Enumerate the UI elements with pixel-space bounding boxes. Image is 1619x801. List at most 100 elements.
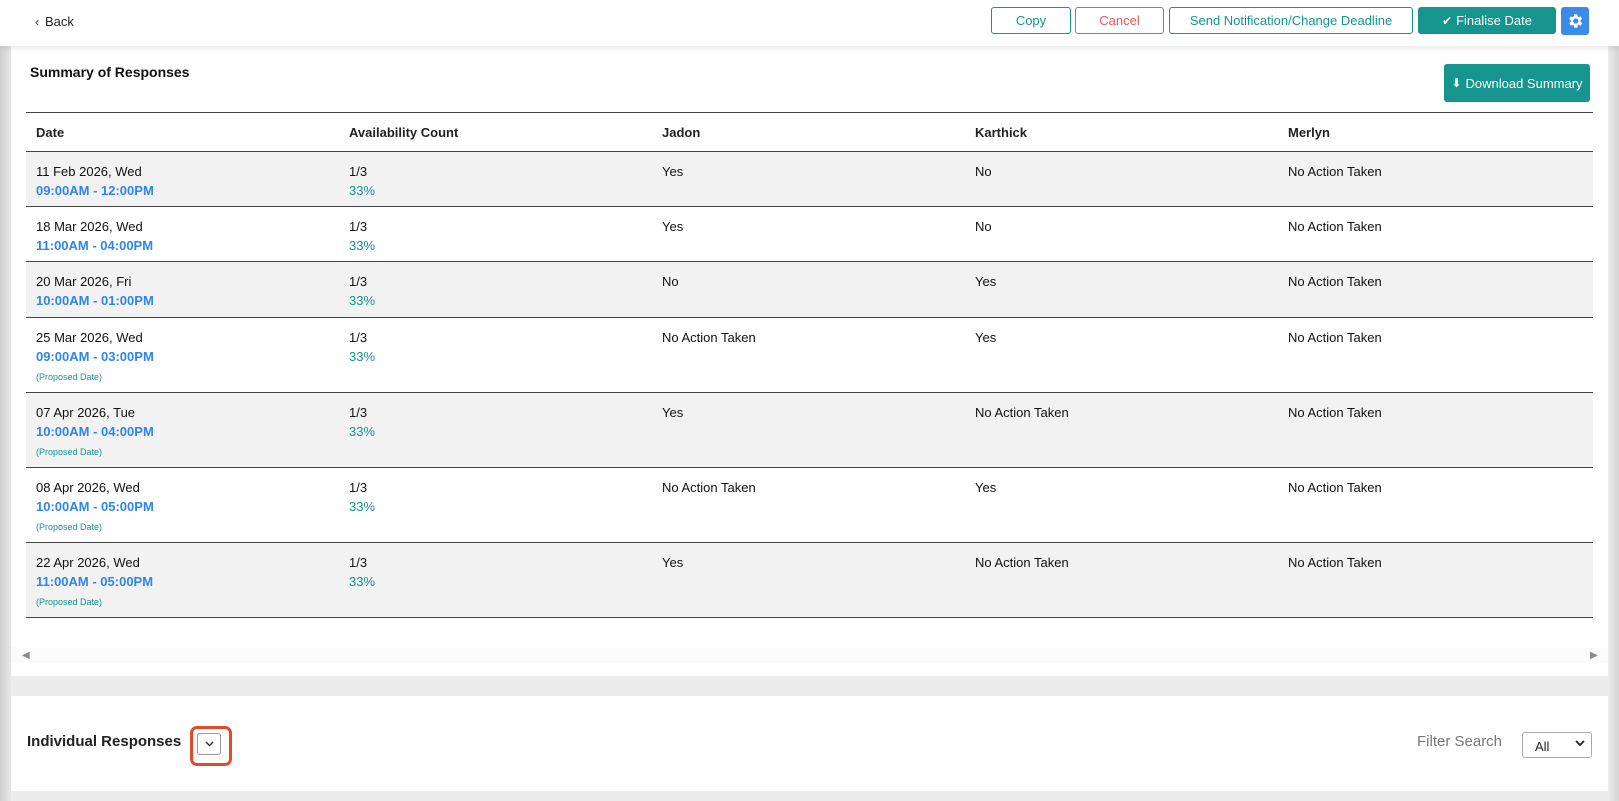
availability-cell: 1/3 33% <box>349 405 375 439</box>
horizontal-scrollbar[interactable] <box>11 647 1608 663</box>
settings-button[interactable] <box>1561 7 1589 35</box>
table-row: 18 Mar 2026, Wed 11:00AM - 04:00PM 1/3 33%… <box>26 207 1593 262</box>
karthick-response: Yes <box>975 274 997 289</box>
merlyn-response: No Action Taken <box>1288 274 1382 289</box>
merlyn-response: No Action Taken <box>1288 330 1382 345</box>
download-summary-button[interactable]: ⬇ Download Summary <box>1444 64 1590 102</box>
filter-select[interactable]: All <box>1522 732 1592 758</box>
proposed-date-note: (Proposed Date) <box>36 522 103 532</box>
availability-percent: 33% <box>349 183 376 198</box>
page-right-edge <box>1608 0 1619 801</box>
jadon-response: Yes <box>662 164 684 179</box>
availability-cell: 1/3 33% <box>349 555 375 589</box>
filter-search-label: Filter Search <box>1417 733 1503 750</box>
merlyn-response: No Action Taken <box>1288 480 1382 495</box>
chevron-down-icon <box>205 741 213 747</box>
proposed-date-note: (Proposed Date) <box>36 372 103 382</box>
availability-percent: 33% <box>349 499 376 514</box>
send-notification-button[interactable]: Send Notification/Change Deadline <box>1169 7 1413 34</box>
chevron-left-icon: ‹ <box>35 15 39 29</box>
availability-cell: 1/3 33% <box>349 274 375 308</box>
date-cell: 25 Mar 2026, Wed 09:00AM - 03:00PM (Propos… <box>36 330 154 382</box>
availability-cell: 1/3 33% <box>349 219 375 253</box>
table-row: 07 Apr 2026, Tue 10:00AM - 04:00PM (Propos… <box>26 393 1593 468</box>
jadon-response: No Action Taken <box>662 330 756 345</box>
individual-responses-title: Individual Responses <box>27 733 182 750</box>
table-header: Date Availability Count Jadon Karthick M… <box>26 112 1593 152</box>
karthick-response: Yes <box>975 330 997 345</box>
time-range: 09:00AM - 12:00PM <box>36 183 154 198</box>
availability-count: 1/3 <box>349 405 368 420</box>
proposed-date-note: (Proposed Date) <box>36 597 103 607</box>
date-text: 25 Mar 2026, Wed <box>36 330 143 345</box>
merlyn-response: No Action Taken <box>1288 164 1382 179</box>
filter-select-value: All <box>1535 739 1550 754</box>
finalise-date-label: Finalise Date <box>1456 13 1532 28</box>
availability-percent: 33% <box>349 238 376 253</box>
gear-icon <box>1569 14 1583 28</box>
expand-toggle-button[interactable] <box>197 733 221 755</box>
back-link[interactable]: ‹ Back <box>35 14 74 29</box>
merlyn-response: No Action Taken <box>1288 555 1382 570</box>
scroll-right-arrow-icon[interactable]: ▶ <box>1590 650 1598 661</box>
time-range: 10:00AM - 05:00PM <box>36 499 154 514</box>
availability-percent: 33% <box>349 424 376 439</box>
karthick-response: No Action Taken <box>975 555 1069 570</box>
table-row: 11 Feb 2026, Wed 09:00AM - 12:00PM 1/3 33%… <box>26 152 1593 207</box>
date-text: 08 Apr 2026, Wed <box>36 480 140 495</box>
date-text: 20 Mar 2026, Fri <box>36 274 132 289</box>
summary-title: Summary of Responses <box>30 64 190 80</box>
date-cell: 18 Mar 2026, Wed 11:00AM - 04:00PM <box>36 219 153 253</box>
summary-table: Date Availability Count Jadon Karthick M… <box>26 112 1593 618</box>
availability-count: 1/3 <box>349 330 368 345</box>
back-label: Back <box>45 14 74 29</box>
time-range: 10:00AM - 04:00PM <box>36 424 154 439</box>
date-cell: 20 Mar 2026, Fri 10:00AM - 01:00PM <box>36 274 154 308</box>
page-left-edge <box>0 0 11 801</box>
column-header-jadon: Jadon <box>662 125 701 140</box>
karthick-response: No Action Taken <box>975 405 1069 420</box>
time-range: 11:00AM - 05:00PM <box>36 574 154 589</box>
time-range: 11:00AM - 04:00PM <box>36 238 154 253</box>
date-text: 18 Mar 2026, Wed <box>36 219 143 234</box>
availability-count: 1/3 <box>349 164 368 179</box>
table-row: 08 Apr 2026, Wed 10:00AM - 05:00PM (Propos… <box>26 468 1593 543</box>
availability-cell: 1/3 33% <box>349 164 375 198</box>
availability-count: 1/3 <box>349 555 368 570</box>
jadon-response: Yes <box>662 555 684 570</box>
checkmark-icon: ✔ <box>1442 13 1453 28</box>
jadon-response: No <box>662 274 679 289</box>
copy-button[interactable]: Copy <box>991 7 1071 34</box>
jadon-response: Yes <box>662 219 684 234</box>
time-range: 09:00AM - 03:00PM <box>36 349 154 364</box>
table-row: 25 Mar 2026, Wed 09:00AM - 03:00PM (Propos… <box>26 318 1593 393</box>
cancel-button[interactable]: Cancel <box>1075 7 1164 34</box>
availability-cell: 1/3 33% <box>349 480 375 514</box>
jadon-response: Yes <box>662 405 684 420</box>
download-summary-label: Download Summary <box>1465 75 1583 91</box>
jadon-response: No Action Taken <box>662 480 756 495</box>
proposed-date-note: (Proposed Date) <box>36 447 103 457</box>
date-cell: 07 Apr 2026, Tue 10:00AM - 04:00PM (Propos… <box>36 405 154 457</box>
date-text: 22 Apr 2026, Wed <box>36 555 140 570</box>
chevron-down-icon <box>1575 740 1585 747</box>
date-text: 07 Apr 2026, Tue <box>36 405 136 420</box>
individual-responses-card <box>11 696 1608 791</box>
finalise-date-button[interactable]: ✔ Finalise Date <box>1418 7 1556 34</box>
date-cell: 08 Apr 2026, Wed 10:00AM - 05:00PM (Propos… <box>36 480 154 532</box>
date-cell: 22 Apr 2026, Wed 11:00AM - 05:00PM (Propos… <box>36 555 153 607</box>
availability-percent: 33% <box>349 349 376 364</box>
table-row: 22 Apr 2026, Wed 11:00AM - 05:00PM (Propos… <box>26 543 1593 618</box>
availability-percent: 33% <box>349 293 376 308</box>
karthick-response: Yes <box>975 480 997 495</box>
merlyn-response: No Action Taken <box>1288 219 1382 234</box>
date-text: 11 Feb 2026, Wed <box>36 164 142 179</box>
top-toolbar: ‹ Back Copy Cancel Send Notification/Chan… <box>0 0 1619 46</box>
karthick-response: No <box>975 219 992 234</box>
availability-count: 1/3 <box>349 274 368 289</box>
column-header-merlyn: Merlyn <box>1288 125 1330 140</box>
scroll-left-arrow-icon[interactable]: ◀ <box>22 650 30 661</box>
availability-count: 1/3 <box>349 219 368 234</box>
date-cell: 11 Feb 2026, Wed 09:00AM - 12:00PM <box>36 164 154 198</box>
column-header-karthick: Karthick <box>975 125 1028 140</box>
